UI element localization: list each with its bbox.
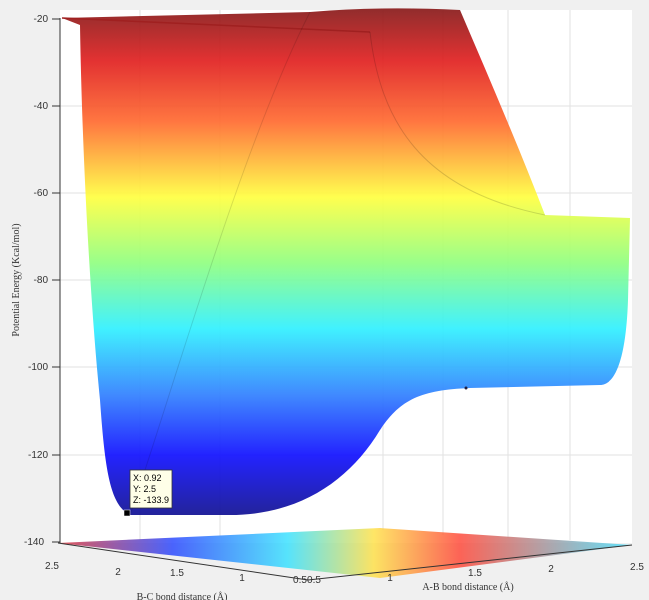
z-tick: -120 [28,450,48,461]
z-tick: -140 [24,537,44,548]
z-axis-ticks: -20 -40 -60 -80 -100 -120 -140 [24,14,60,548]
x-tick: 2.5 [630,562,644,573]
datatip-marker[interactable] [123,509,131,517]
y-tick: 0.5 [293,575,307,586]
z-tick: -20 [34,14,49,25]
x-tick: 1 [387,573,393,584]
data-point-marker [464,386,468,390]
datatip-z: Z: -133.9 [133,495,169,505]
x-tick: 1.5 [468,568,482,579]
datatip-y: Y: 2.5 [133,484,156,494]
x-tick: 0.5 [307,575,321,586]
y-axis-label: B-C bond distance (Å) [137,591,228,600]
y-tick: 1 [239,573,245,584]
datatip-x: X: 0.92 [133,473,162,483]
z-tick: -60 [34,188,49,199]
z-axis-label: Potential Energy (Kcal/mol) [11,223,22,336]
z-tick: -40 [34,101,49,112]
y-tick: 2 [115,567,121,578]
z-tick: -100 [28,362,48,373]
y-tick: 1.5 [170,568,184,579]
surface-plot[interactable]: -20 -40 -60 -80 -100 -120 -140 Potential… [0,0,649,600]
x-axis-label: A-B bond distance (Å) [422,581,513,593]
z-tick: -80 [34,275,49,286]
y-tick: 2.5 [45,561,59,572]
x-tick: 2 [548,564,554,575]
